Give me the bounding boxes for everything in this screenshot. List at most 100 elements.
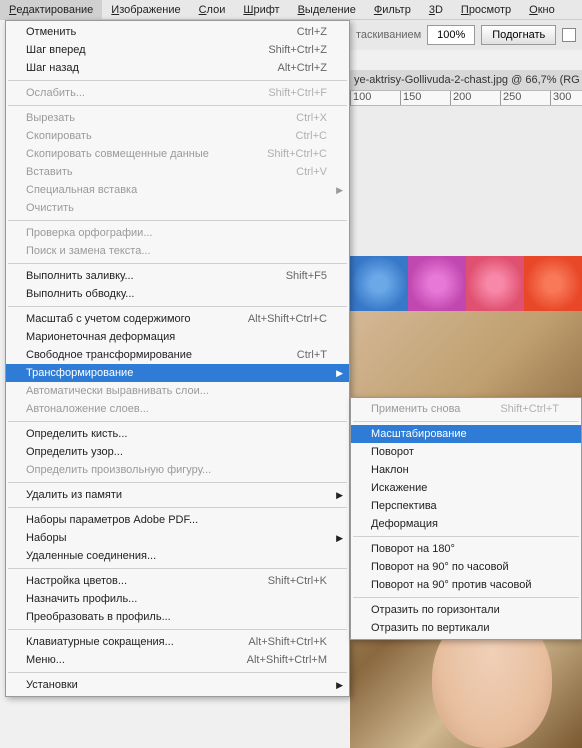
menubar-item-8[interactable]: Окно (520, 0, 564, 19)
fit-button[interactable]: Подогнать (481, 25, 556, 45)
edit-menu-item: Проверка орфографии... (6, 224, 349, 242)
transform-submenu-item[interactable]: Поворот на 90° против часовой (351, 576, 581, 594)
menu-separator (353, 421, 579, 422)
chevron-right-icon: ▶ (336, 185, 343, 196)
transform-submenu-item[interactable]: Отразить по горизонтали (351, 601, 581, 619)
edit-menu-item[interactable]: Удаленные соединения... (6, 547, 349, 565)
toolbar-drag-label: таскиванием (356, 29, 421, 41)
edit-menu-item[interactable]: Выполнить обводку... (6, 285, 349, 303)
edit-menu-item[interactable]: Отменить Ctrl+Z (6, 23, 349, 41)
edit-menu-item: Автоналожение слоев... (6, 400, 349, 418)
transform-submenu-item[interactable]: Масштабирование (351, 425, 581, 443)
menu-item-label: Назначить профиль... (26, 593, 137, 605)
edit-menu-item[interactable]: Шаг назад Alt+Ctrl+Z (6, 59, 349, 77)
menu-item-label: Автоналожение слоев... (26, 403, 149, 415)
menubar-item-1[interactable]: Изображение (102, 0, 189, 19)
edit-menu-item[interactable]: Марионеточная деформация (6, 328, 349, 346)
edit-menu-item[interactable]: Масштаб с учетом содержимогоAlt+Shift+Ct… (6, 310, 349, 328)
menubar-item-7[interactable]: Просмотр (452, 0, 520, 19)
transform-submenu-item[interactable]: Поворот на 180° (351, 540, 581, 558)
edit-menu-item[interactable]: Наборы▶ (6, 529, 349, 547)
edit-menu-item[interactable]: Выполнить заливку...Shift+F5 (6, 267, 349, 285)
document-tab[interactable]: ye-aktrisy-Gollivuda-2-chast.jpg @ 66,7%… (350, 70, 582, 90)
menu-item-label: Трансформирование (26, 367, 133, 379)
menu-item-shortcut: Shift+Ctrl+K (268, 575, 327, 587)
menu-item-label: Определить узор... (26, 446, 123, 458)
menu-item-label: Специальная вставка (26, 184, 137, 196)
edit-menu-item: Специальная вставка ▶ (6, 181, 349, 199)
menu-item-label: Отменить (26, 26, 76, 38)
edit-menu-item[interactable]: Наборы параметров Adobe PDF... (6, 511, 349, 529)
menubar-item-6[interactable]: 3D (420, 0, 452, 19)
menu-item-label: Отразить по вертикали (371, 622, 489, 634)
transform-submenu-item[interactable]: Перспектива (351, 497, 581, 515)
menubar-item-2[interactable]: Слои (190, 0, 235, 19)
menubar-item-0[interactable]: Редактирование (0, 0, 102, 19)
edit-menu-item[interactable]: Назначить профиль... (6, 590, 349, 608)
menubar-item-3[interactable]: Шрифт (234, 0, 288, 19)
edit-menu-item: ВставитьCtrl+V (6, 163, 349, 181)
menu-item-label: Удаленные соединения... (26, 550, 156, 562)
menu-item-label: Шаг назад (26, 62, 79, 74)
transform-submenu-item[interactable]: Искажение (351, 479, 581, 497)
menu-item-label: Ослабить... (26, 87, 85, 99)
edit-menu-item[interactable]: Меню... Alt+Shift+Ctrl+M (6, 651, 349, 669)
edit-menu-item[interactable]: Преобразовать в профиль... (6, 608, 349, 626)
edit-menu-item[interactable]: Установки ▶ (6, 676, 349, 694)
color-swatch[interactable] (562, 28, 576, 42)
menu-item-label: Автоматически выравнивать слои... (26, 385, 209, 397)
menu-item-shortcut: Ctrl+Z (297, 26, 327, 38)
menu-item-label: Вырезать (26, 112, 75, 124)
document-title: ye-aktrisy-Gollivuda-2-chast.jpg @ 66,7%… (354, 74, 580, 86)
edit-menu-item[interactable]: Трансформирование▶ (6, 364, 349, 382)
menu-item-label: Поворот (371, 446, 414, 458)
edit-menu-item: СкопироватьCtrl+C (6, 127, 349, 145)
chevron-right-icon: ▶ (336, 490, 343, 501)
ruler-tick: 150 (400, 91, 450, 105)
menu-separator (8, 105, 347, 106)
transform-submenu-item[interactable]: Деформация (351, 515, 581, 533)
menu-item-label: Шаг вперед (26, 44, 86, 56)
edit-menu-item[interactable]: Настройка цветов...Shift+Ctrl+K (6, 572, 349, 590)
edit-menu-item[interactable]: Шаг впередShift+Ctrl+Z (6, 41, 349, 59)
menu-item-label: Выполнить заливку... (26, 270, 134, 282)
transform-submenu-item[interactable]: Поворот на 90° по часовой (351, 558, 581, 576)
transform-submenu-item: Применить сноваShift+Ctrl+T (351, 400, 581, 418)
menu-item-shortcut: Alt+Shift+Ctrl+K (248, 636, 327, 648)
transform-submenu-item[interactable]: Поворот (351, 443, 581, 461)
menu-item-label: Меню... (26, 654, 65, 666)
edit-menu-item[interactable]: Свободное трансформированиеCtrl+T (6, 346, 349, 364)
menu-item-shortcut: Shift+Ctrl+C (267, 148, 327, 160)
edit-menu-item[interactable]: Определить кисть... (6, 425, 349, 443)
menu-separator (8, 263, 347, 264)
zoom-input[interactable] (427, 25, 475, 45)
menu-item-label: Наборы параметров Adobe PDF... (26, 514, 198, 526)
menu-separator (8, 672, 347, 673)
image-flower-row (350, 256, 582, 311)
menu-item-label: Установки (26, 679, 78, 691)
edit-menu-dropdown: ОтменитьCtrl+ZШаг впередShift+Ctrl+ZШаг … (5, 20, 350, 697)
edit-menu-item[interactable]: Клавиатурные сокращения...Alt+Shift+Ctrl… (6, 633, 349, 651)
edit-menu-item[interactable]: Определить узор... (6, 443, 349, 461)
edit-menu-item[interactable]: Удалить из памяти▶ (6, 486, 349, 504)
menubar-item-4[interactable]: Выделение (289, 0, 365, 19)
menu-item-label: Перспектива (371, 500, 437, 512)
edit-menu-item: ВырезатьCtrl+X (6, 109, 349, 127)
menu-separator (8, 421, 347, 422)
menu-separator (8, 507, 347, 508)
menubar-item-5[interactable]: Фильтр (365, 0, 420, 19)
ruler-tick: 100 (350, 91, 400, 105)
edit-menu-item: Скопировать совмещенные данныеShift+Ctrl… (6, 145, 349, 163)
chevron-right-icon: ▶ (336, 680, 343, 691)
menu-item-shortcut: Alt+Shift+Ctrl+M (247, 654, 327, 666)
menu-item-shortcut: Shift+Ctrl+F (268, 87, 327, 99)
menu-separator (8, 568, 347, 569)
transform-submenu-item[interactable]: Отразить по вертикали (351, 619, 581, 637)
toolbar: таскиванием Подогнать (350, 20, 582, 50)
menu-item-label: Преобразовать в профиль... (26, 611, 171, 623)
transform-submenu: Применить сноваShift+Ctrl+T Масштабирован… (350, 397, 582, 640)
ruler-tick: 250 (500, 91, 550, 105)
transform-submenu-item[interactable]: Наклон (351, 461, 581, 479)
menu-item-shortcut: Alt+Ctrl+Z (277, 62, 327, 74)
menu-item-label: Определить кисть... (26, 428, 127, 440)
